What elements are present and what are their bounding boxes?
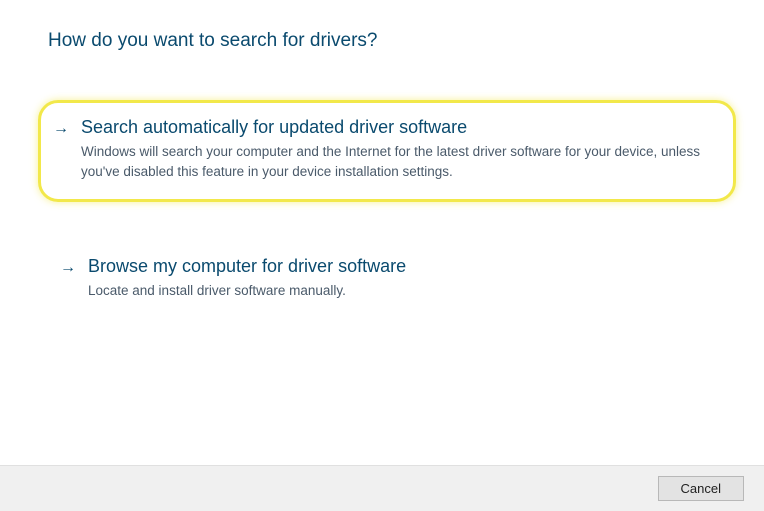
option-description: Locate and install driver software manua…	[88, 281, 698, 301]
arrow-right-icon: →	[60, 259, 76, 277]
dialog-heading: How do you want to search for drivers?	[48, 30, 716, 52]
dialog-footer: Cancel	[0, 465, 764, 511]
option-text-container: Browse my computer for driver software L…	[88, 256, 698, 301]
arrow-right-icon: →	[53, 120, 69, 138]
option-description: Windows will search your computer and th…	[81, 142, 715, 181]
dialog-content: How do you want to search for drivers? →…	[0, 0, 764, 315]
cancel-button[interactable]: Cancel	[658, 476, 744, 501]
option-text-container: Search automatically for updated driver …	[81, 117, 715, 181]
option-browse-computer[interactable]: → Browse my computer for driver software…	[48, 242, 716, 315]
option-title: Search automatically for updated driver …	[81, 117, 715, 138]
option-title: Browse my computer for driver software	[88, 256, 698, 277]
option-search-automatically[interactable]: → Search automatically for updated drive…	[38, 100, 736, 202]
